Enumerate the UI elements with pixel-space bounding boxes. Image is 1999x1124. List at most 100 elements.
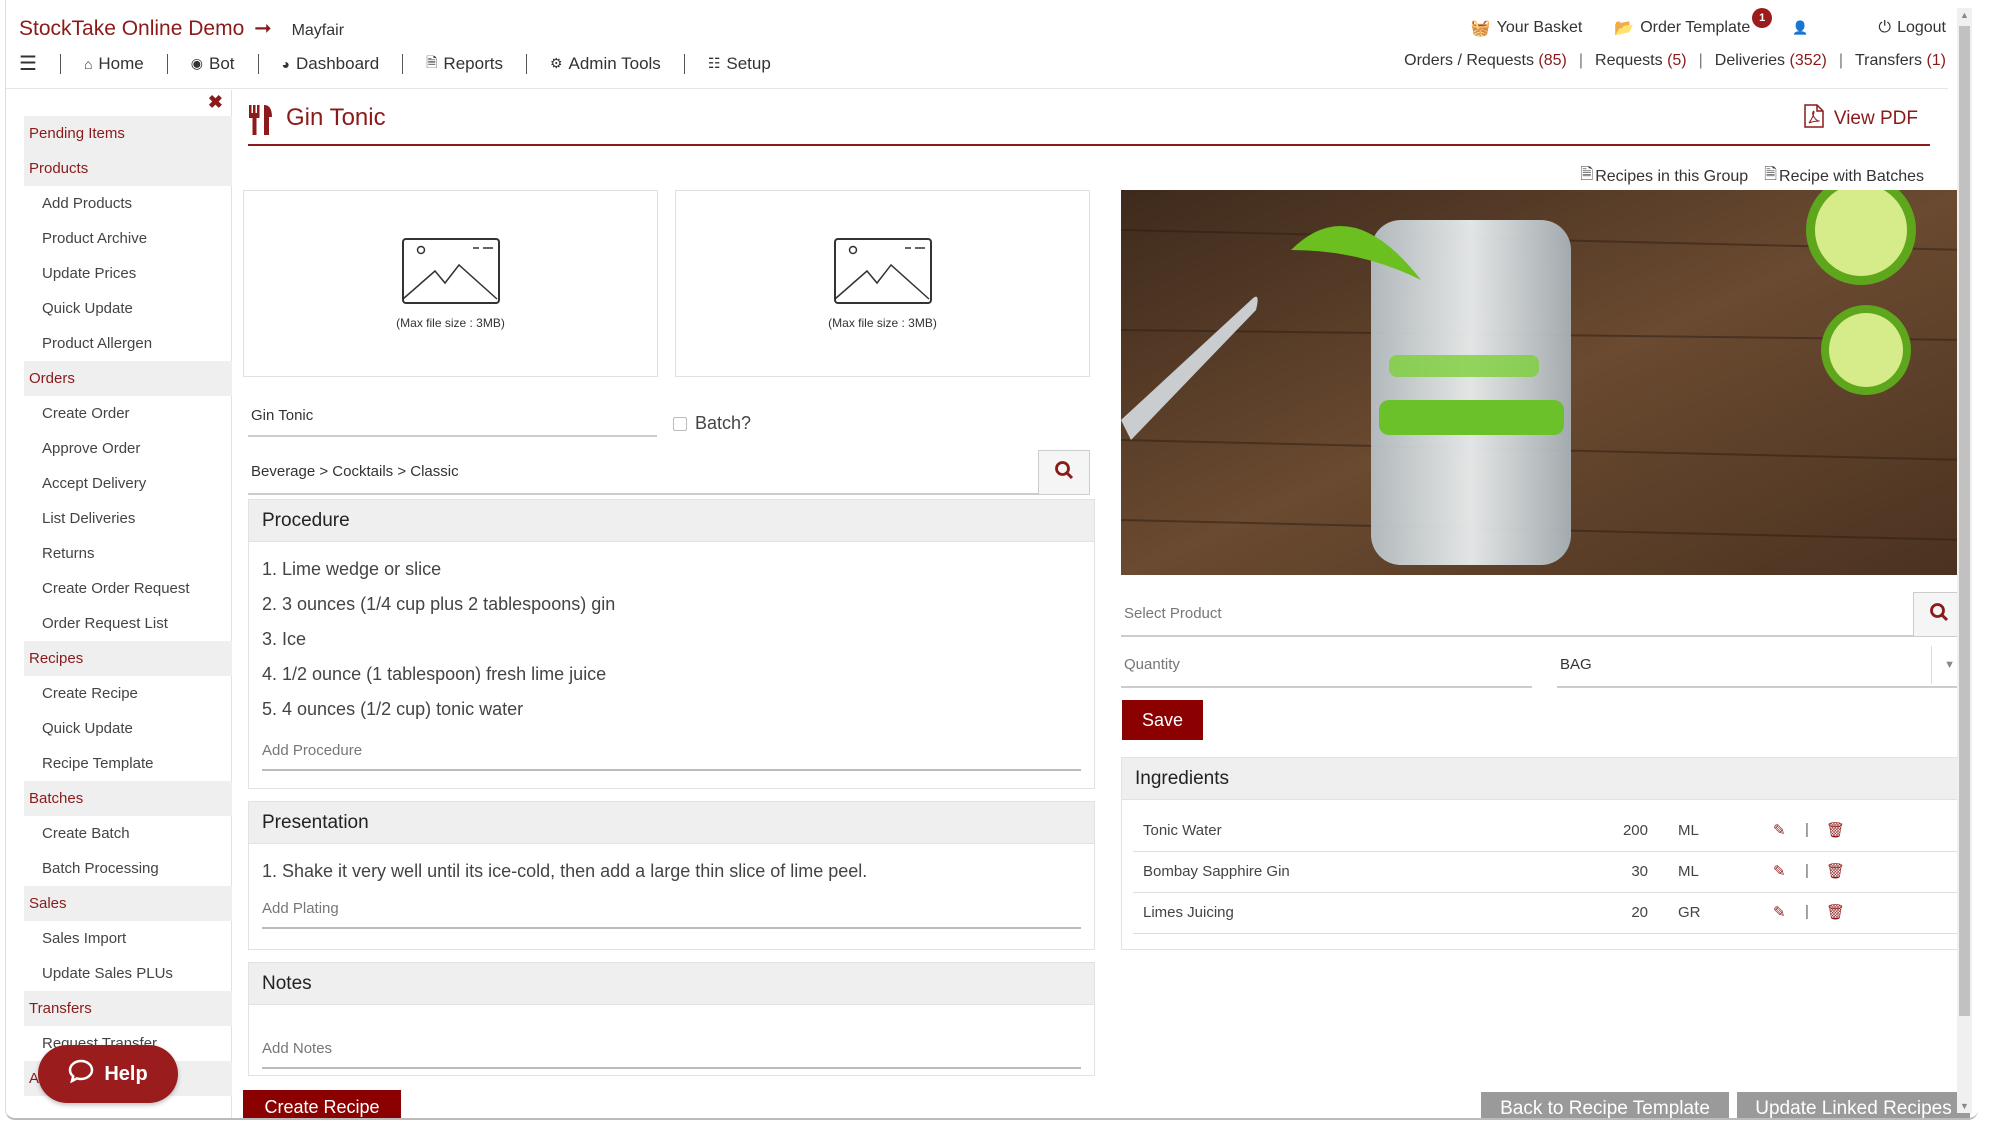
- logout-link[interactable]: ⏻ Logout: [1878, 19, 1946, 37]
- sidebar-item[interactable]: Approve Order: [24, 431, 232, 466]
- nav-reports[interactable]: 🗎 Reports: [426, 52, 503, 76]
- nav-divider: [59, 53, 61, 74]
- sidebar-item[interactable]: Update Prices: [24, 256, 232, 291]
- user-profile-link[interactable]: 👤: [1792, 20, 1808, 36]
- sidebar-item[interactable]: Sales Import: [24, 921, 232, 956]
- select-product-input[interactable]: Select Product: [1121, 593, 1916, 637]
- add-notes-input[interactable]: Add Notes: [262, 1029, 1081, 1069]
- page-scrollbar[interactable]: ▲ ▼: [1957, 8, 1972, 1113]
- category-search-button[interactable]: [1038, 450, 1090, 495]
- brand[interactable]: StockTake Online Demo ➞ Mayfair: [19, 16, 344, 41]
- count-label: Orders / Requests: [1404, 52, 1534, 69]
- sidebar-category[interactable]: Transfers: [24, 991, 232, 1026]
- ingredient-quantity: 200: [1622, 822, 1648, 839]
- arrow-right-icon: ➞: [254, 17, 272, 40]
- pdf-file-icon: 🗎: [1764, 166, 1778, 183]
- order-template-label: Order Template: [1640, 19, 1751, 36]
- requests-link[interactable]: Requests (5): [1595, 52, 1687, 70]
- sidebar-item[interactable]: Create Order: [24, 396, 232, 431]
- nav-divider: [525, 53, 527, 74]
- nav-home[interactable]: ⌂ Home: [84, 54, 144, 74]
- procedure-step: 3. Ice: [262, 629, 307, 649]
- add-procedure-input[interactable]: Add Procedure: [262, 731, 1081, 771]
- sidebar-item[interactable]: Quick Update: [24, 291, 232, 326]
- sidebar-item[interactable]: Batch Processing: [24, 851, 232, 886]
- update-linked-recipes-button[interactable]: Update Linked Recipes: [1737, 1092, 1970, 1118]
- unit-select[interactable]: BAG ▼: [1557, 646, 1967, 688]
- scroll-up-icon[interactable]: ▲: [1960, 10, 1969, 20]
- edit-pencil-icon[interactable]: ✎: [1773, 862, 1786, 880]
- sidebar-category[interactable]: Batches: [24, 781, 232, 816]
- nav-admin-tools[interactable]: ⚙ Admin Tools: [550, 54, 661, 74]
- fork-knife-icon: [248, 104, 274, 141]
- sidebar-category[interactable]: Pending Items: [24, 116, 232, 151]
- deliveries-link[interactable]: Deliveries (352): [1715, 52, 1827, 70]
- sidebar-item[interactable]: Returns: [24, 536, 232, 571]
- folder-open-icon: 📂: [1614, 20, 1635, 37]
- close-sidebar-icon[interactable]: ✖: [208, 92, 223, 113]
- sidebar-category[interactable]: Recipes: [24, 641, 232, 676]
- edit-pencil-icon[interactable]: ✎: [1773, 821, 1786, 839]
- sidebar-item[interactable]: Recipe Template: [24, 746, 232, 781]
- search-icon: [1929, 602, 1949, 627]
- basket-label: Your Basket: [1496, 19, 1583, 36]
- view-pdf-button[interactable]: View PDF: [1804, 104, 1918, 134]
- scroll-down-icon[interactable]: ▼: [1960, 1101, 1969, 1111]
- ingredient-name: Tonic Water: [1143, 822, 1222, 839]
- nav-dashboard[interactable]: ◕ Dashboard: [282, 54, 380, 74]
- sidebar-item[interactable]: Accept Delivery: [24, 466, 232, 501]
- ingredient-row: Tonic Water 200 ML ✎ | 🗑: [1133, 811, 1958, 852]
- transfers-link[interactable]: Transfers (1): [1855, 52, 1946, 70]
- sidebar-item[interactable]: Create Batch: [24, 816, 232, 851]
- chat-bubble-icon: [68, 1059, 94, 1089]
- sidebar-item[interactable]: Quick Update: [24, 711, 232, 746]
- ingredient-quantity: 30: [1631, 863, 1648, 880]
- upload-caption: (Max file size : 3MB): [828, 316, 937, 330]
- sidebar-item[interactable]: List Deliveries: [24, 501, 232, 536]
- sidebar-item[interactable]: Product Allergen: [24, 326, 232, 361]
- trash-icon[interactable]: 🗑: [1826, 862, 1845, 880]
- sidebar-category[interactable]: Products: [24, 151, 232, 186]
- procedure-step: 4. 1/2 ounce (1 tablespoon) fresh lime j…: [262, 664, 607, 684]
- image-upload-1[interactable]: (Max file size : 3MB): [243, 190, 658, 377]
- recipe-with-batches-link[interactable]: 🗎 Recipe with Batches: [1764, 163, 1924, 190]
- recipes-in-group-link[interactable]: 🗎 Recipes in this Group: [1580, 163, 1748, 190]
- pdf-file-icon: 🗎: [1580, 166, 1594, 183]
- image-upload-2[interactable]: (Max file size : 3MB): [675, 190, 1090, 377]
- nav-bot[interactable]: ◉ Bot: [191, 54, 235, 74]
- orders-requests-link[interactable]: Orders / Requests (85): [1404, 52, 1567, 70]
- trash-icon[interactable]: 🗑: [1826, 821, 1845, 839]
- sidebar-category[interactable]: Sales: [24, 886, 232, 921]
- category-input[interactable]: Beverage > Cocktails > Classic: [248, 450, 1038, 495]
- hamburger-menu-icon[interactable]: ☰: [19, 51, 37, 76]
- back-to-recipe-template-button[interactable]: Back to Recipe Template: [1481, 1092, 1729, 1118]
- procedure-step: 2. 3 ounces (1/4 cup plus 2 tablespoons)…: [262, 594, 616, 614]
- recipe-name-input[interactable]: Gin Tonic: [248, 397, 657, 437]
- batch-option[interactable]: Batch?: [673, 413, 751, 434]
- pdf-file-icon: [1804, 104, 1824, 134]
- sidebar-item[interactable]: Add Products: [24, 186, 232, 221]
- trash-icon[interactable]: 🗑: [1826, 903, 1845, 921]
- nav-setup[interactable]: ☷ Setup: [708, 54, 771, 74]
- sidebar-category[interactable]: Orders: [24, 361, 232, 396]
- order-template-link[interactable]: 📂 Order Template 1: [1614, 8, 1773, 38]
- your-basket-link[interactable]: 🧺 Your Basket: [1471, 18, 1583, 38]
- create-recipe-button[interactable]: Create Recipe: [243, 1090, 401, 1118]
- ingredient-row: Limes Juicing 20 GR ✎ | 🗑: [1133, 893, 1958, 934]
- scrollbar-thumb[interactable]: [1959, 26, 1970, 1016]
- gin-tonic-photo: [1121, 190, 1968, 575]
- sidebar-item[interactable]: Update Sales PLUs: [24, 956, 232, 991]
- quantity-input[interactable]: Quantity: [1121, 646, 1532, 688]
- batch-checkbox[interactable]: [673, 416, 687, 431]
- sidebar-item[interactable]: Product Archive: [24, 221, 232, 256]
- ingredients-heading: Ingredients: [1122, 758, 1967, 800]
- sidebar-item[interactable]: Create Recipe: [24, 676, 232, 711]
- view-pdf-label: View PDF: [1833, 108, 1918, 129]
- add-plating-input[interactable]: Add Plating: [262, 889, 1081, 929]
- sidebar-item[interactable]: Order Request List: [24, 606, 232, 641]
- sidebar-item[interactable]: Create Order Request: [24, 571, 232, 606]
- save-button[interactable]: Save: [1122, 700, 1203, 740]
- edit-pencil-icon[interactable]: ✎: [1773, 903, 1786, 921]
- help-button[interactable]: Help: [38, 1045, 178, 1103]
- notification-badge: 1: [1752, 8, 1773, 28]
